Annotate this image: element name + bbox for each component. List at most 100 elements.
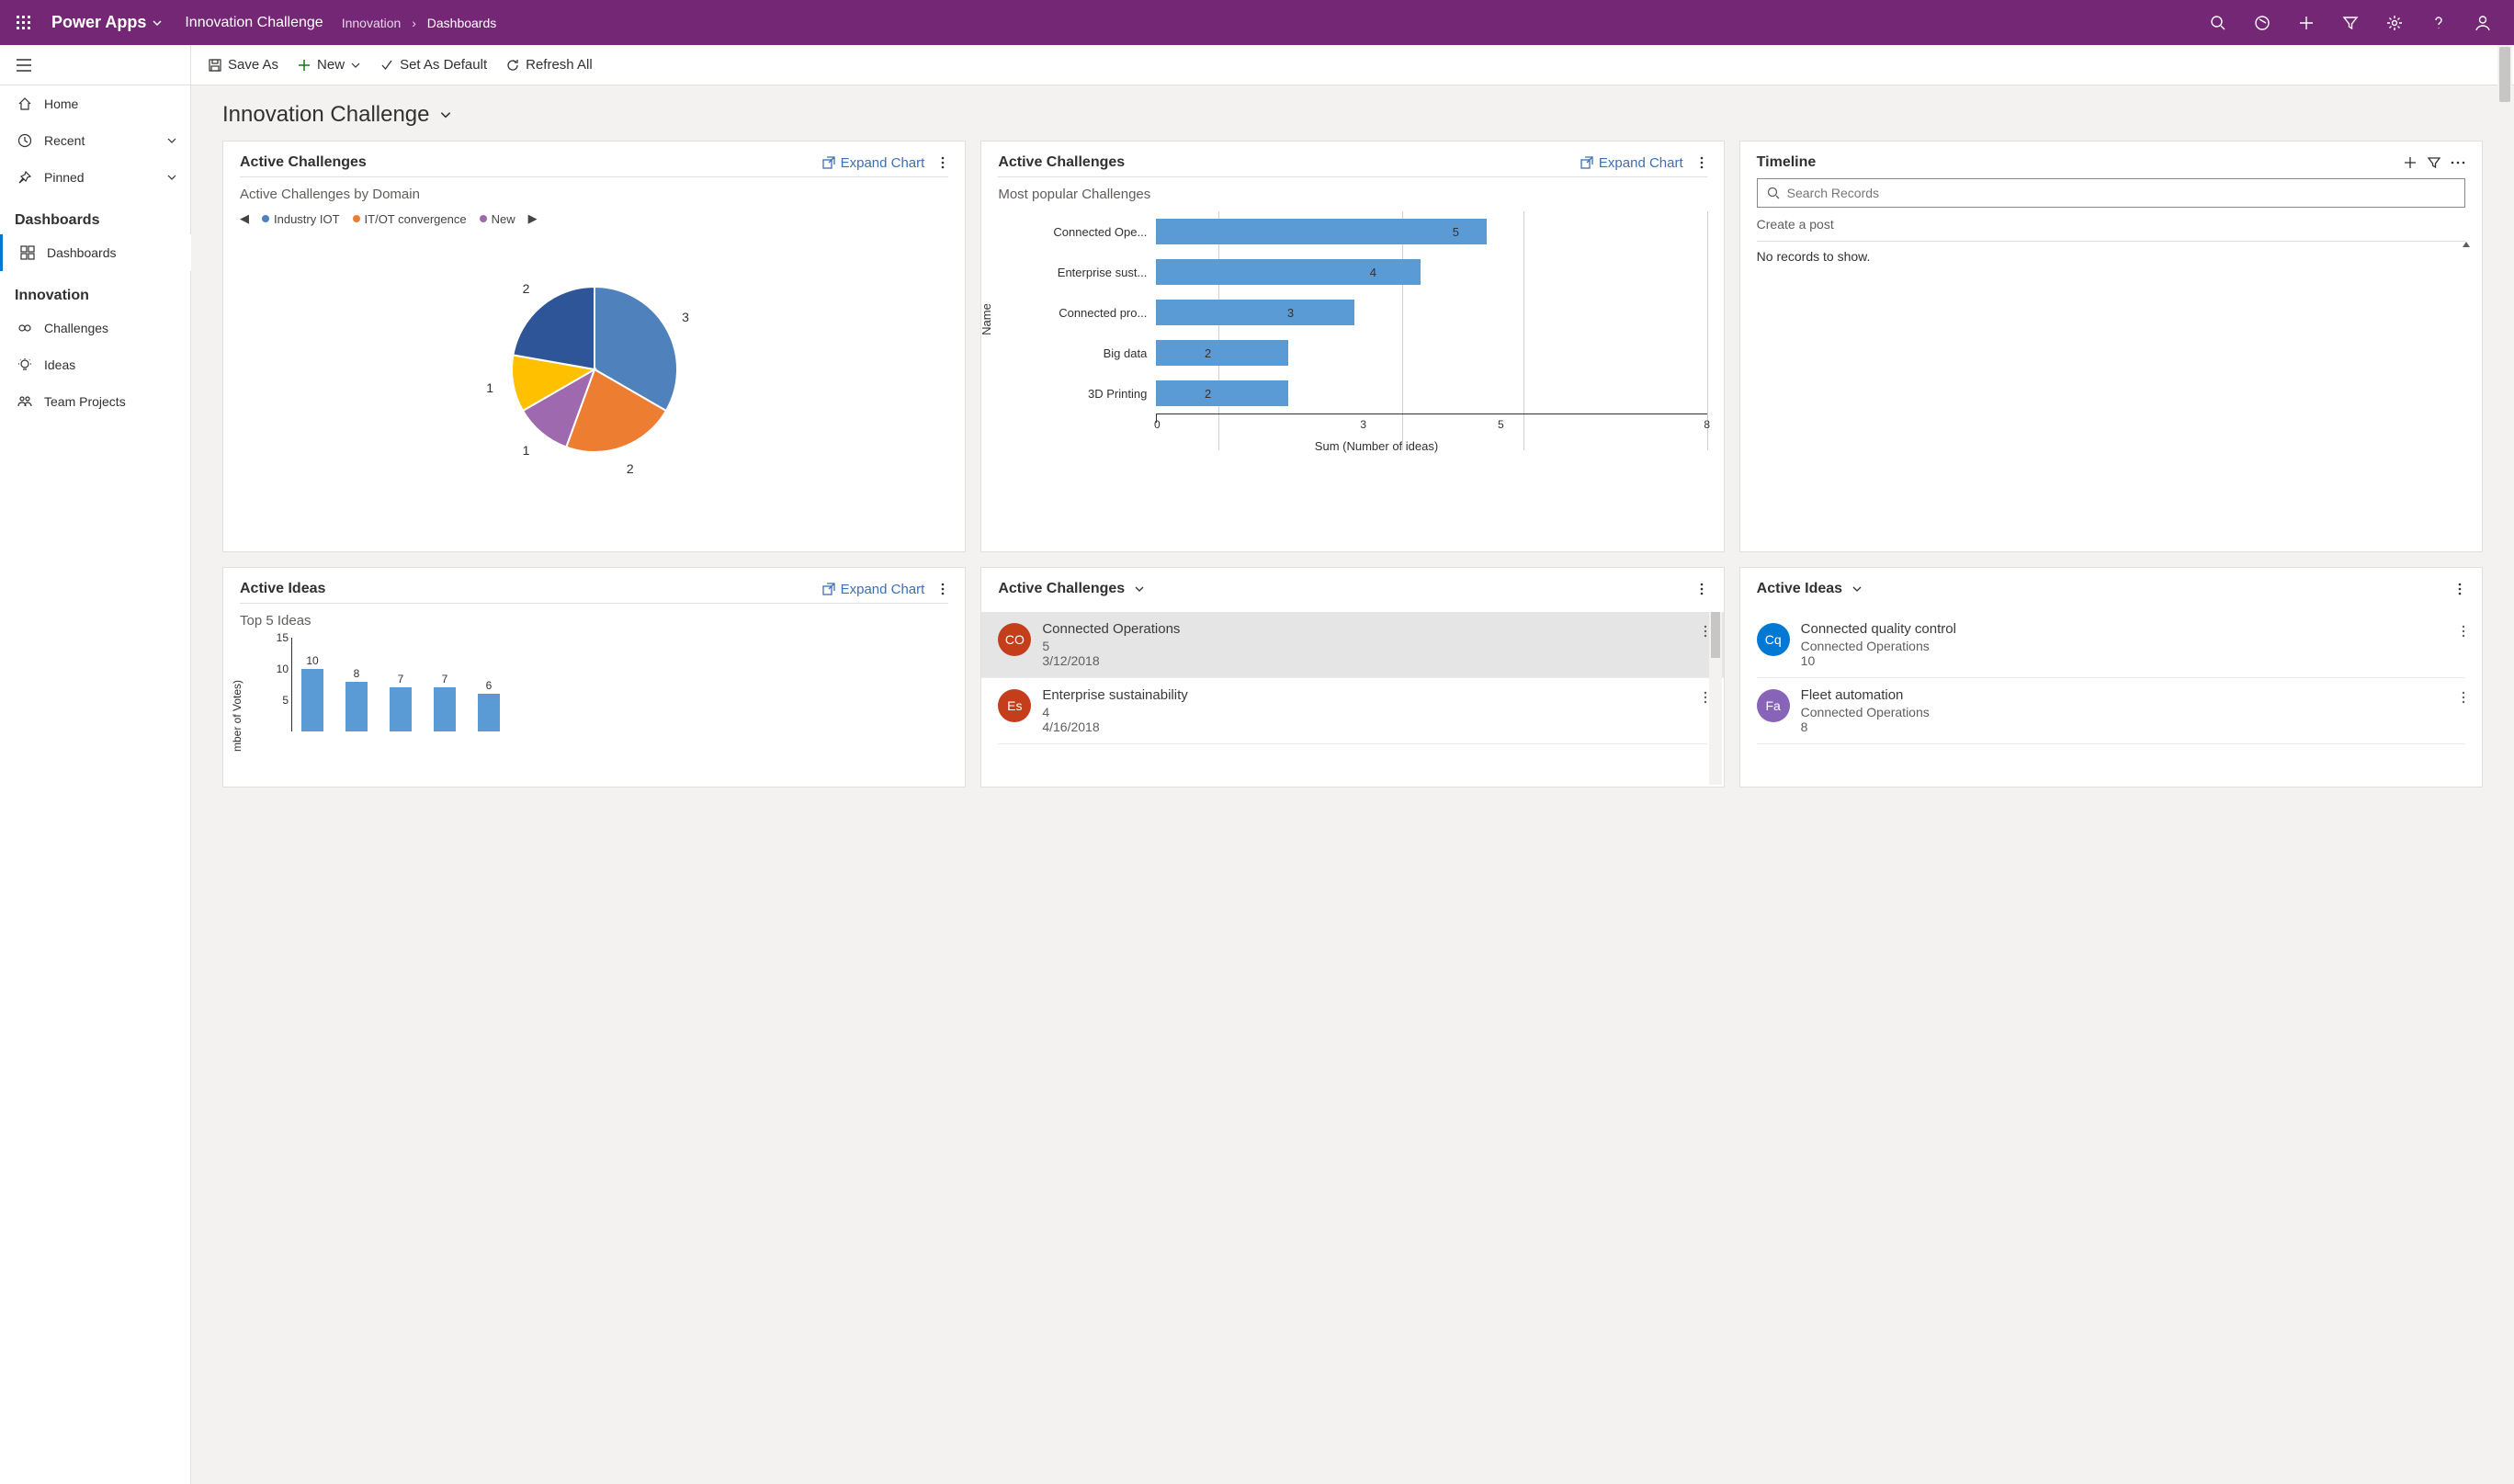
hbar-chart[interactable]: Name Connected Ope...5Enterprise sust...… (998, 211, 1706, 453)
list-scrollbar[interactable] (1709, 612, 1722, 785)
list-item-sub2: 3/12/2018 (1042, 653, 1692, 668)
nav-item-challenges[interactable]: Challenges (0, 310, 190, 346)
timeline-search-input[interactable] (1787, 186, 2455, 200)
chevron-down-icon[interactable] (166, 135, 177, 146)
hamburger-icon[interactable] (0, 45, 190, 85)
assistant-icon[interactable] (2240, 1, 2284, 45)
card-more-icon[interactable] (1696, 583, 1707, 595)
list-item[interactable]: FaFleet automationConnected Operations8 (1757, 678, 2465, 744)
vbar-chart[interactable]: mber of Votes) 51015108776 (267, 638, 948, 748)
vbar-value: 6 (486, 679, 493, 692)
legend-next-icon[interactable]: ▶ (528, 211, 538, 226)
card-title: Timeline (1757, 154, 1817, 171)
crumb-parent[interactable]: Innovation (342, 16, 402, 30)
nav-item-pinned[interactable]: Pinned (0, 159, 190, 196)
card-title: Active Challenges (998, 154, 1125, 171)
app-topbar: Power Apps Innovation Challenge Innovati… (0, 0, 2514, 45)
expand-chart-button[interactable]: Expand Chart (822, 155, 925, 171)
help-icon[interactable] (2417, 1, 2461, 45)
vbar-value: 7 (442, 673, 448, 685)
timeline-create-post[interactable]: Create a post (1757, 217, 2465, 232)
hbar-value: 4 (1370, 266, 1376, 279)
list-item-sub2: 10 (1801, 653, 2451, 668)
waffle-icon[interactable] (9, 8, 39, 38)
list-item-more-icon[interactable] (2462, 687, 2465, 704)
hbar-category: Enterprise sust... (1046, 266, 1147, 279)
nav-item-ideas[interactable]: Ideas (0, 346, 190, 383)
list-item-sub: Connected Operations (1801, 639, 2451, 653)
save-as-button[interactable]: Save As (208, 57, 278, 73)
vbar (345, 682, 368, 731)
card-timeline: Timeline Create a post No records to sho… (1739, 141, 2483, 552)
chart-subtitle: Top 5 Ideas (240, 613, 948, 629)
card-more-icon[interactable] (2454, 583, 2465, 595)
card-more-icon[interactable] (937, 583, 948, 595)
vbar-value: 10 (306, 654, 318, 667)
vbar-value: 8 (354, 667, 360, 680)
pie-legend: ◀ Industry IOT IT/OT convergence New ▶ (240, 211, 948, 226)
list-item[interactable]: CqConnected quality controlConnected Ope… (1757, 612, 2465, 678)
card-title: Active Challenges (998, 581, 1125, 597)
new-button[interactable]: New (297, 57, 361, 73)
list-item-more-icon[interactable] (1704, 687, 1707, 704)
set-default-button[interactable]: Set As Default (379, 57, 487, 73)
refresh-button[interactable]: Refresh All (505, 57, 593, 73)
expand-chart-button[interactable]: Expand Chart (822, 582, 925, 597)
timeline-filter-icon[interactable] (2427, 155, 2441, 170)
nav-item-team-projects[interactable]: Team Projects (0, 383, 190, 420)
chart-subtitle: Active Challenges by Domain (240, 187, 948, 202)
y-axis-label: mber of Votes) (231, 680, 243, 752)
breadcrumb: Innovation › Dashboards (342, 16, 497, 30)
vbar (478, 694, 500, 731)
card-more-icon[interactable] (937, 156, 948, 169)
page-title-chevron-icon[interactable] (439, 108, 452, 121)
search-icon[interactable] (2196, 1, 2240, 45)
settings-icon[interactable] (2372, 1, 2417, 45)
brand-label: Power Apps (51, 13, 146, 32)
timeline-add-icon[interactable] (2403, 155, 2418, 170)
list-item-title: Connected Operations (1042, 621, 1692, 637)
list-item-more-icon[interactable] (2462, 621, 2465, 638)
clock-icon (15, 130, 35, 151)
nav-label: Ideas (44, 357, 75, 372)
brand-chevron-icon[interactable] (152, 17, 163, 28)
add-icon[interactable] (2284, 1, 2328, 45)
list-item[interactable]: EsEnterprise sustainability44/16/2018 (998, 678, 1706, 744)
pie-chart[interactable]: 32112 (240, 232, 948, 507)
list-item-more-icon[interactable] (1704, 621, 1707, 638)
chevron-down-icon[interactable] (1852, 583, 1863, 595)
expand-chart-button[interactable]: Expand Chart (1580, 155, 1683, 171)
chevron-down-icon[interactable] (166, 172, 177, 183)
filter-icon[interactable] (2328, 1, 2372, 45)
chevron-down-icon[interactable] (350, 60, 361, 71)
axis-tick: 8 (1704, 418, 1710, 431)
list-item-title: Connected quality control (1801, 621, 2451, 637)
legend-item: New (492, 212, 515, 226)
list-item[interactable]: COConnected Operations53/12/2018 (981, 612, 1723, 678)
pie-slice-label: 3 (682, 310, 689, 324)
hbar-category: 3D Printing (1046, 387, 1147, 401)
nav-section-innovation: Innovation (0, 271, 190, 310)
nav-item-dashboards[interactable]: Dashboards (0, 234, 190, 271)
hbar-category: Connected Ope... (1046, 225, 1147, 239)
hbar-value: 2 (1205, 346, 1211, 360)
page-title: Innovation Challenge (222, 102, 430, 128)
pie-slice-label: 1 (486, 380, 493, 395)
nav-item-recent[interactable]: Recent (0, 122, 190, 159)
nav-item-home[interactable]: Home (0, 85, 190, 122)
timeline-more-icon[interactable] (2451, 161, 2465, 164)
nav-label: Challenges (44, 321, 108, 335)
vbar (301, 669, 323, 731)
hbar-value: 2 (1205, 387, 1211, 401)
new-label: New (317, 57, 345, 73)
scroll-up-icon[interactable] (2462, 240, 2471, 249)
timeline-search[interactable] (1757, 178, 2465, 208)
chevron-down-icon[interactable] (1134, 583, 1145, 595)
main-scrollbar[interactable] (2497, 45, 2512, 1484)
nav-label: Pinned (44, 170, 85, 185)
card-title: Active Ideas (240, 581, 325, 597)
legend-prev-icon[interactable]: ◀ (240, 211, 249, 226)
card-more-icon[interactable] (1696, 156, 1707, 169)
nav-label: Team Projects (44, 394, 126, 409)
account-icon[interactable] (2461, 1, 2505, 45)
